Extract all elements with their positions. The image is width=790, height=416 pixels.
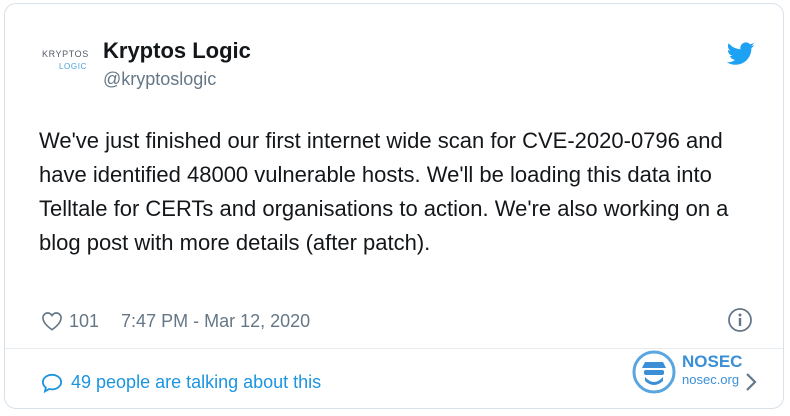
watermark-brand: NOSEC bbox=[682, 352, 743, 371]
conversation-link[interactable]: 49 people are talking about this bbox=[41, 372, 321, 393]
tweet-meta: 101 7:47 PM - Mar 12, 2020 bbox=[41, 309, 310, 333]
info-icon[interactable] bbox=[727, 307, 753, 333]
avatar-logo-text-top: KRYPTOS bbox=[42, 49, 89, 59]
heart-icon[interactable] bbox=[41, 311, 63, 331]
chevron-right-icon[interactable] bbox=[745, 372, 757, 392]
avatar-logo-text-bottom: LOGIC bbox=[59, 62, 87, 71]
conversation-text: 49 people are talking about this bbox=[71, 372, 322, 392]
nosec-logo-icon bbox=[632, 350, 676, 394]
twitter-bird-icon[interactable] bbox=[727, 42, 755, 66]
watermark-domain: nosec.org bbox=[682, 372, 740, 387]
author-handle[interactable]: @kryptoslogic bbox=[103, 69, 216, 90]
nosec-watermark: NOSEC nosec.org bbox=[632, 350, 752, 396]
divider bbox=[5, 348, 783, 349]
speech-bubble-icon bbox=[41, 373, 63, 393]
tweet-text: We've just finished our first internet w… bbox=[39, 128, 729, 255]
tweet-timestamp[interactable]: 7:47 PM - Mar 12, 2020 bbox=[121, 311, 310, 332]
avatar[interactable]: KRYPTOS LOGIC bbox=[29, 36, 89, 80]
author-name[interactable]: Kryptos Logic bbox=[103, 38, 251, 64]
like-count[interactable]: 101 bbox=[69, 311, 99, 332]
tweet-card: KRYPTOS LOGIC Kryptos Logic @kryptoslogi… bbox=[4, 3, 784, 409]
